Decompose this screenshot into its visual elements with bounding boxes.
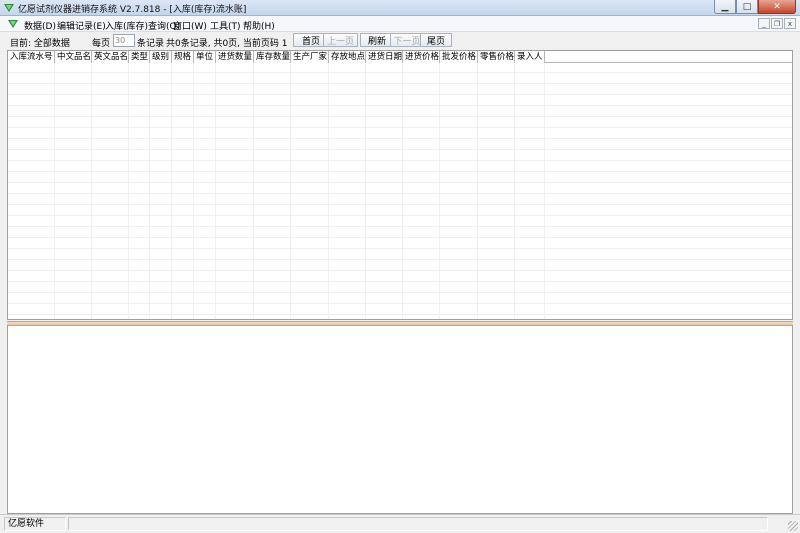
next-page-button[interactable]: 下一页 (390, 33, 424, 47)
mdi-child-icon[interactable] (8, 19, 18, 29)
mdi-close-button[interactable]: x (784, 18, 796, 29)
mdi-restore-button[interactable]: ❐ (771, 18, 783, 29)
app-logo-icon (4, 4, 14, 12)
grid-line (128, 63, 129, 319)
grid-line (91, 63, 92, 319)
status-bar: 亿愿软件 (0, 514, 800, 533)
grid-line (171, 63, 172, 319)
menu-stock-query[interactable]: 入库(库存)查询(Q) (105, 19, 180, 32)
col-header-cn-name[interactable]: 中文品名 (55, 51, 92, 63)
grid-line (514, 63, 515, 319)
menu-data[interactable]: 数据(D) (24, 19, 56, 32)
col-header-en-name[interactable]: 英文品名 (92, 51, 129, 63)
stock-ledger-grid[interactable]: 入库流水号 中文品名 英文品名 类型 级别 规格 单位 进货数量 库存数量 生产… (7, 50, 793, 320)
menu-help[interactable]: 帮助(H) (243, 19, 275, 32)
paging-summary: 共0条记录, 共0页, 当前页码 1 (166, 39, 288, 49)
refresh-button[interactable]: 刷新 (360, 33, 394, 47)
mdi-controls: _ ❐ x (758, 18, 796, 29)
close-button[interactable]: ✕ (758, 0, 796, 14)
minimize-button[interactable]: ▁ (714, 0, 736, 14)
col-header-wholesale-price[interactable]: 批发价格 (440, 51, 478, 63)
minimize-icon: ▁ (721, 1, 729, 12)
col-header-inbound-id[interactable]: 入库流水号 (8, 51, 55, 63)
current-filter-label: 目前: 全部数据 (10, 39, 70, 49)
per-page-label: 每页 (92, 39, 111, 49)
menu-window[interactable]: 窗口(W) (173, 19, 207, 32)
col-header-entered-by[interactable]: 录入人 (515, 51, 545, 63)
col-header-purchase-price[interactable]: 进货价格 (403, 51, 440, 63)
grid-line (477, 63, 478, 319)
detail-panel[interactable] (7, 326, 793, 514)
grid-line (544, 63, 545, 319)
grid-line (402, 63, 403, 319)
title-bar: 亿愿试剂仪器进销存系统 V2.7.818 - [入库(库存)流水账] ▁ □ ✕ (0, 0, 800, 16)
window-title: 亿愿试剂仪器进销存系统 V2.7.818 - [入库(库存)流水账] (18, 5, 247, 15)
grid-line (290, 63, 291, 319)
grid-line (439, 63, 440, 319)
col-header-spec[interactable]: 规格 (172, 51, 194, 63)
grid-line (253, 63, 254, 319)
menu-edit-record[interactable]: 编辑记录(E) (57, 19, 106, 32)
grid-line (215, 63, 216, 319)
mdi-minimize-button[interactable]: _ (758, 18, 770, 29)
menu-bar: 数据(D) 编辑记录(E) 入库(库存)查询(Q) 窗口(W) 工具(T) 帮助… (0, 16, 800, 32)
status-message (68, 517, 768, 531)
col-header-grade[interactable]: 级别 (150, 51, 172, 63)
records-label: 条记录 (137, 39, 165, 49)
status-company: 亿愿软件 (4, 517, 66, 531)
prev-page-button[interactable]: 上一页 (323, 33, 358, 47)
window-controls: ▁ □ ✕ (714, 0, 796, 14)
grid-line (365, 63, 366, 319)
last-page-button[interactable]: 尾页 (420, 33, 452, 47)
grid-line (328, 63, 329, 319)
col-header-retail-price[interactable]: 零售价格 (478, 51, 515, 63)
col-header-type[interactable]: 类型 (129, 51, 150, 63)
menu-tools[interactable]: 工具(T) (210, 19, 241, 32)
col-header-unit[interactable]: 单位 (194, 51, 216, 63)
resize-grip-icon[interactable] (788, 521, 798, 531)
paging-toolbar: 目前: 全部数据 每页 条记录 共0条记录, 共0页, 当前页码 1 首页 上一… (5, 33, 795, 49)
per-page-input[interactable] (113, 34, 135, 47)
grid-header: 入库流水号 中文品名 英文品名 类型 级别 规格 单位 进货数量 库存数量 生产… (8, 51, 792, 63)
grid-line (193, 63, 194, 319)
maximize-icon: □ (742, 1, 752, 12)
col-header-purchase-date[interactable]: 进货日期 (366, 51, 403, 63)
close-icon: ✕ (773, 1, 781, 12)
col-header-purchase-qty[interactable]: 进货数量 (216, 51, 254, 63)
col-header-stock-qty[interactable]: 库存数量 (254, 51, 291, 63)
col-header-location[interactable]: 存放地点 (329, 51, 366, 63)
grid-line (54, 63, 55, 319)
grid-line (149, 63, 150, 319)
col-header-manufacturer[interactable]: 生产厂家 (291, 51, 329, 63)
maximize-button[interactable]: □ (736, 0, 758, 14)
